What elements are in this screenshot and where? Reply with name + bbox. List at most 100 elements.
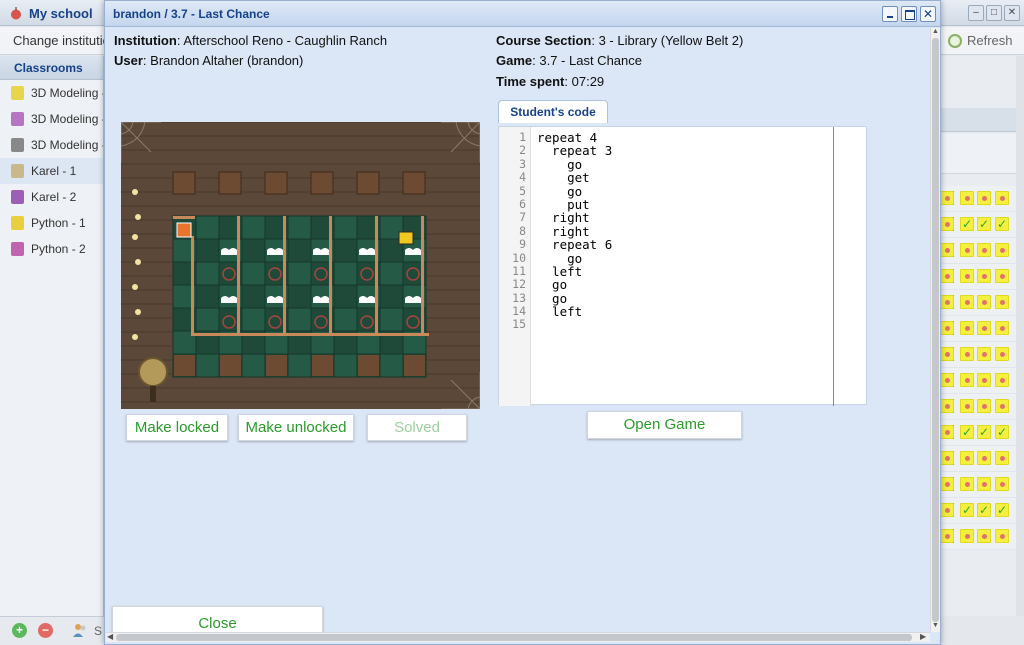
- vertical-scroll-thumb[interactable]: [932, 38, 939, 622]
- code-line[interactable]: put: [537, 198, 612, 212]
- unsolved-cell[interactable]: [940, 529, 954, 543]
- sidebar-item-karel-2[interactable]: Karel - 2: [0, 184, 103, 210]
- open-game-button[interactable]: Open Game: [587, 411, 742, 439]
- unsolved-cell[interactable]: [940, 217, 954, 231]
- code-line[interactable]: go: [537, 157, 612, 171]
- solved-cell[interactable]: ✓: [977, 503, 991, 517]
- code-line[interactable]: repeat 6: [537, 238, 612, 252]
- unsolved-cell[interactable]: [940, 477, 954, 491]
- unsolved-cell[interactable]: [940, 191, 954, 205]
- solved-cell[interactable]: ✓: [977, 425, 991, 439]
- change-institution-button[interactable]: Change institution: [13, 33, 117, 48]
- unsolved-cell[interactable]: [960, 243, 974, 257]
- close-button[interactable]: Close: [112, 606, 323, 632]
- sidebar-item-karel-1[interactable]: Karel - 1: [0, 158, 103, 184]
- app-close-button[interactable]: ✕: [1004, 5, 1020, 21]
- unsolved-cell[interactable]: [977, 477, 991, 491]
- unsolved-cell[interactable]: [940, 347, 954, 361]
- unsolved-cell[interactable]: [960, 399, 974, 413]
- sidebar-item-3d-modeling-2[interactable]: 3D Modeling - 2: [0, 106, 103, 132]
- unsolved-cell[interactable]: [977, 321, 991, 335]
- scroll-down-icon[interactable]: ▼: [932, 622, 939, 629]
- unsolved-cell[interactable]: [940, 269, 954, 283]
- unsolved-cell[interactable]: [995, 269, 1009, 283]
- code-text[interactable]: repeat 4 repeat 3 go get go put right ri…: [537, 131, 612, 332]
- unsolved-cell[interactable]: [977, 373, 991, 387]
- unsolved-cell[interactable]: [960, 347, 974, 361]
- solved-cell[interactable]: ✓: [960, 217, 974, 231]
- make-locked-button[interactable]: Make locked: [126, 414, 228, 441]
- unsolved-cell[interactable]: [977, 295, 991, 309]
- add-icon[interactable]: +: [12, 623, 27, 638]
- unsolved-cell[interactable]: [995, 243, 1009, 257]
- unsolved-cell[interactable]: [977, 399, 991, 413]
- scroll-right-icon[interactable]: ▶: [920, 632, 926, 641]
- sidebar-item-3d-modeling-1[interactable]: 3D Modeling - 1: [0, 80, 103, 106]
- unsolved-cell[interactable]: [977, 243, 991, 257]
- code-line[interactable]: get: [537, 171, 612, 185]
- unsolved-cell[interactable]: [940, 399, 954, 413]
- unsolved-cell[interactable]: [995, 321, 1009, 335]
- remove-icon[interactable]: −: [38, 623, 53, 638]
- unsolved-cell[interactable]: [940, 425, 954, 439]
- sidebar-item-python-2[interactable]: Python - 2: [0, 236, 103, 262]
- app-minimize-button[interactable]: –: [968, 5, 984, 21]
- solved-cell[interactable]: ✓: [995, 217, 1009, 231]
- refresh-button[interactable]: Refresh: [948, 33, 1013, 48]
- code-line[interactable]: go: [537, 251, 612, 265]
- unsolved-cell[interactable]: [940, 295, 954, 309]
- scroll-up-icon[interactable]: ▲: [932, 28, 939, 35]
- code-line[interactable]: right: [537, 211, 612, 225]
- code-line[interactable]: [537, 318, 612, 331]
- unsolved-cell[interactable]: [995, 529, 1009, 543]
- code-line[interactable]: repeat 4: [537, 131, 612, 145]
- dialog-titlebar[interactable]: brandon / 3.7 - Last Chance ✕: [105, 1, 940, 27]
- unsolved-cell[interactable]: [977, 347, 991, 361]
- unsolved-cell[interactable]: [960, 477, 974, 491]
- users-icon[interactable]: [72, 623, 88, 638]
- solved-cell[interactable]: ✓: [960, 425, 974, 439]
- unsolved-cell[interactable]: [960, 451, 974, 465]
- tab-students-code[interactable]: Student's code: [498, 100, 608, 123]
- solved-button[interactable]: Solved: [367, 414, 467, 441]
- code-line[interactable]: left: [537, 265, 612, 279]
- solved-cell[interactable]: ✓: [960, 503, 974, 517]
- unsolved-cell[interactable]: [995, 373, 1009, 387]
- unsolved-cell[interactable]: [960, 269, 974, 283]
- unsolved-cell[interactable]: [940, 503, 954, 517]
- unsolved-cell[interactable]: [960, 321, 974, 335]
- unsolved-cell[interactable]: [995, 477, 1009, 491]
- code-line[interactable]: left: [537, 305, 612, 319]
- unsolved-cell[interactable]: [960, 529, 974, 543]
- unsolved-cell[interactable]: [995, 295, 1009, 309]
- unsolved-cell[interactable]: [960, 295, 974, 309]
- unsolved-cell[interactable]: [995, 451, 1009, 465]
- unsolved-cell[interactable]: [977, 451, 991, 465]
- unsolved-cell[interactable]: [940, 451, 954, 465]
- dialog-horizontal-scrollbar[interactable]: ◀ ▶: [106, 632, 930, 642]
- make-unlocked-button[interactable]: Make unlocked: [238, 414, 354, 441]
- sidebar-item-python-1[interactable]: Python - 1: [0, 210, 103, 236]
- code-line[interactable]: go: [537, 291, 612, 305]
- unsolved-cell[interactable]: [977, 191, 991, 205]
- minimize-icon[interactable]: [882, 6, 898, 22]
- code-editor[interactable]: 1 2 3 4 5 6 7 8 9 10 11 12 13 14 15 repeat 4 repeat 3 …: [498, 126, 867, 406]
- code-line[interactable]: go: [537, 278, 612, 292]
- solved-cell[interactable]: ✓: [995, 425, 1009, 439]
- solved-cell[interactable]: ✓: [977, 217, 991, 231]
- grid-scrollbar[interactable]: [1016, 56, 1024, 616]
- unsolved-cell[interactable]: [977, 529, 991, 543]
- unsolved-cell[interactable]: [977, 269, 991, 283]
- close-icon[interactable]: ✕: [920, 6, 936, 22]
- sidebar-item-3d-modeling-3[interactable]: 3D Modeling - 3: [0, 132, 103, 158]
- dialog-vertical-scrollbar[interactable]: ▲ ▼: [930, 28, 940, 632]
- scroll-left-icon[interactable]: ◀: [107, 632, 113, 641]
- unsolved-cell[interactable]: [960, 373, 974, 387]
- code-line[interactable]: repeat 3: [537, 144, 612, 158]
- unsolved-cell[interactable]: [940, 321, 954, 335]
- app-maximize-button[interactable]: □: [986, 5, 1002, 21]
- unsolved-cell[interactable]: [940, 243, 954, 257]
- code-line[interactable]: go: [537, 184, 612, 198]
- horizontal-scroll-thumb[interactable]: [116, 634, 912, 641]
- unsolved-cell[interactable]: [995, 399, 1009, 413]
